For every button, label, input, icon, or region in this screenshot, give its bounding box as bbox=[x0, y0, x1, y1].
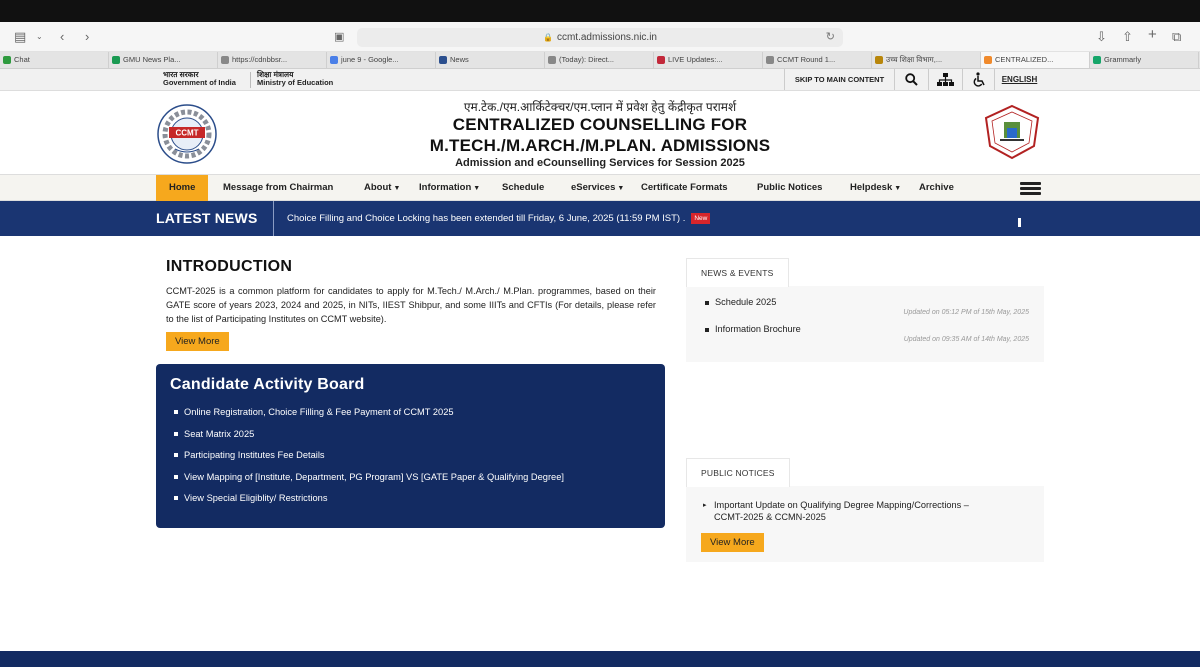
nav-eservices[interactable]: eServices ▼ bbox=[558, 175, 637, 201]
browser-tab-active[interactable]: CENTRALIZED... bbox=[981, 52, 1090, 68]
nav-archive[interactable]: Archive bbox=[906, 175, 967, 201]
news-ticker-item[interactable]: Choice Filling and Choice Locking has be… bbox=[287, 201, 711, 236]
latest-news-ticker: LATEST NEWS Choice Filling and Choice Lo… bbox=[0, 201, 1200, 245]
site-header: CCMT एम.टेक./एम.आर्किटेक्चर/एम.प्लान में… bbox=[0, 91, 1200, 174]
hamburger-menu-icon[interactable] bbox=[1020, 182, 1041, 195]
news-item-brochure[interactable]: Information Brochure bbox=[705, 324, 801, 334]
favicon-icon bbox=[439, 56, 447, 64]
browser-tab[interactable]: News bbox=[436, 52, 545, 68]
activity-link-registration[interactable]: Online Registration, Choice Filling & Fe… bbox=[174, 406, 564, 428]
chevron-down-icon: ▼ bbox=[473, 185, 481, 192]
browser-tab[interactable]: https://cdnbbsr... bbox=[218, 52, 327, 68]
download-icon[interactable]: ⇩ bbox=[1096, 29, 1107, 45]
browser-tab[interactable]: june 9 - Google... bbox=[327, 52, 436, 68]
new-tab-icon[interactable]: + bbox=[1148, 27, 1157, 43]
institute-emblem-logo bbox=[984, 104, 1040, 160]
url-text: ccmt.admissions.nic.in bbox=[556, 32, 657, 43]
browser-tab[interactable]: Grammarly bbox=[1090, 52, 1199, 68]
activity-link-seat-matrix[interactable]: Seat Matrix 2025 bbox=[174, 428, 564, 450]
reader-icon[interactable]: ▣ bbox=[334, 29, 344, 45]
address-bar[interactable]: 🔒 ccmt.admissions.nic.in ↻ bbox=[357, 28, 843, 47]
back-arrow-icon[interactable]: ‹ bbox=[60, 29, 64, 45]
favicon-icon bbox=[875, 56, 883, 64]
news-item-date: Updated on 05:12 PM of 15th May, 2025 bbox=[903, 309, 1029, 316]
forward-arrow-icon[interactable]: › bbox=[85, 29, 89, 45]
favicon-icon bbox=[984, 56, 992, 64]
news-item-date: Updated on 09:35 AM of 14th May, 2025 bbox=[903, 336, 1029, 343]
introduction-text: CCMT-2025 is a common platform for candi… bbox=[166, 286, 656, 324]
divider bbox=[273, 201, 274, 236]
nav-certificate-formats[interactable]: Certificate Formats bbox=[628, 175, 741, 201]
favicon-icon bbox=[766, 56, 774, 64]
notice-item-qualifying-degree[interactable]: Important Update on Qualifying Degree Ma… bbox=[714, 499, 1024, 523]
language-selector[interactable]: ENGLISH bbox=[994, 69, 1044, 90]
favicon-icon bbox=[3, 56, 11, 64]
caret-right-icon: ▸ bbox=[703, 502, 707, 509]
ministry-of-education-link[interactable]: शिक्षा मंत्रालय Ministry of Education bbox=[257, 71, 333, 87]
browser-toolbar: ▤ ⌄ ‹ › ▣ 🔒 ccmt.admissions.nic.in ↻ ⇩ ⇧ … bbox=[0, 22, 1200, 52]
news-item-schedule[interactable]: Schedule 2025 bbox=[705, 297, 776, 307]
sitemap-icon[interactable] bbox=[928, 69, 962, 90]
skip-to-main-content-link[interactable]: SKIP TO MAIN CONTENT bbox=[784, 69, 894, 90]
main-content: INTRODUCTION CCMT-2025 is a common platf… bbox=[0, 236, 1200, 651]
accessibility-icon[interactable] bbox=[962, 69, 996, 90]
activity-link-eligibility[interactable]: View Special Eligiblity/ Restrictions bbox=[174, 492, 564, 514]
screen-top-bar bbox=[0, 0, 1200, 22]
nav-schedule[interactable]: Schedule bbox=[489, 175, 557, 201]
nav-public-notices[interactable]: Public Notices bbox=[744, 175, 835, 201]
share-icon[interactable]: ⇧ bbox=[1122, 29, 1133, 45]
nav-information[interactable]: Information ▼ bbox=[406, 175, 493, 201]
lock-icon: 🔒 bbox=[543, 33, 553, 42]
activity-list: Online Registration, Choice Filling & Fe… bbox=[174, 406, 564, 514]
chevron-down-icon: ▼ bbox=[894, 185, 902, 192]
activity-link-fee-details[interactable]: Participating Institutes Fee Details bbox=[174, 449, 564, 471]
favicon-icon bbox=[548, 56, 556, 64]
introduction-heading: INTRODUCTION bbox=[166, 258, 293, 275]
favicon-icon bbox=[330, 56, 338, 64]
browser-tab[interactable]: (Today): Direct... bbox=[545, 52, 654, 68]
pause-icon[interactable] bbox=[1018, 214, 1027, 245]
nav-helpdesk[interactable]: Helpdesk ▼ bbox=[837, 175, 914, 201]
tab-news-events[interactable]: NEWS & EVENTS bbox=[686, 258, 789, 287]
nav-about[interactable]: About ▼ bbox=[351, 175, 413, 201]
intro-view-more-button[interactable]: View More bbox=[166, 332, 229, 351]
browser-tab[interactable]: उच्च शिक्षा विभाग,... bbox=[872, 52, 981, 68]
browser-tab[interactable]: GMU News Pla... bbox=[109, 52, 218, 68]
new-badge: New bbox=[691, 212, 711, 224]
government-bar: भारत सरकार Government of India शिक्षा मं… bbox=[0, 69, 1200, 91]
activity-link-mapping[interactable]: View Mapping of [Institute, Department, … bbox=[174, 471, 564, 493]
site-footer bbox=[0, 651, 1200, 667]
divider bbox=[250, 72, 251, 88]
favicon-icon bbox=[221, 56, 229, 64]
chevron-down-icon: ▼ bbox=[393, 185, 401, 192]
search-icon[interactable] bbox=[894, 69, 928, 90]
favicon-icon bbox=[112, 56, 120, 64]
browser-tab[interactable]: CCMT Round 1... bbox=[763, 52, 872, 68]
favicon-icon bbox=[657, 56, 665, 64]
tab-overview-icon[interactable]: ⧉ bbox=[1172, 29, 1181, 45]
tab-strip: Chat GMU News Pla... https://cdnbbsr... … bbox=[0, 52, 1200, 69]
nav-message-from-chairman[interactable]: Message from Chairman bbox=[210, 175, 346, 201]
activity-board-title: Candidate Activity Board bbox=[170, 376, 365, 393]
browser-tab[interactable]: LIVE Updates:... bbox=[654, 52, 763, 68]
tab-public-notices[interactable]: PUBLIC NOTICES bbox=[686, 458, 790, 487]
browser-tab[interactable]: Chat bbox=[0, 52, 109, 68]
nav-home[interactable]: Home bbox=[156, 175, 209, 201]
notices-view-more-button[interactable]: View More bbox=[701, 533, 764, 552]
latest-news-label: LATEST NEWS bbox=[156, 210, 258, 226]
candidate-activity-board: Candidate Activity Board Online Registra… bbox=[156, 364, 665, 528]
favicon-icon bbox=[1093, 56, 1101, 64]
main-navigation: Home Message from Chairman About ▼ Inform… bbox=[0, 174, 1200, 201]
chevron-down-icon: ▼ bbox=[617, 185, 625, 192]
chevron-down-icon[interactable]: ⌄ bbox=[36, 29, 43, 45]
reload-icon[interactable]: ↻ bbox=[826, 28, 835, 47]
government-of-india-link[interactable]: भारत सरकार Government of India bbox=[163, 71, 236, 87]
sidebar-toggle-icon[interactable]: ▤ bbox=[14, 29, 26, 45]
